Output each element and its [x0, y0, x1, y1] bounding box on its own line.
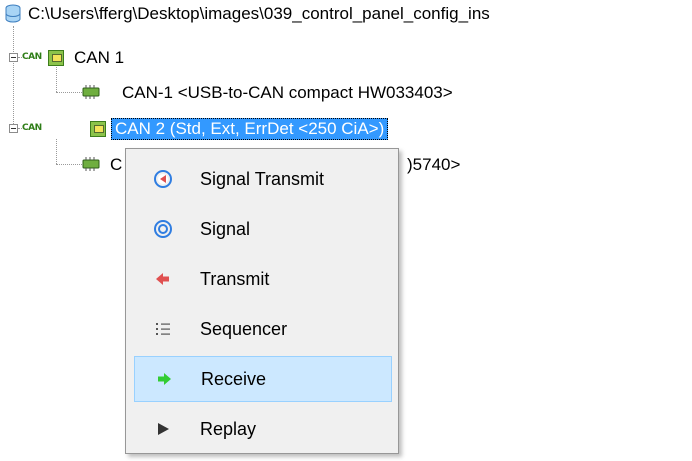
menu-item-signal-transmit[interactable]: Signal Transmit — [134, 156, 392, 202]
menu-item-label: Receive — [201, 368, 267, 389]
menu-item-signal[interactable]: Signal — [134, 206, 392, 252]
menu-item-label: Transmit — [200, 268, 270, 289]
tree-root-row[interactable]: C:\Users\fferg\Desktop\images\039_contro… — [4, 2, 490, 26]
chip-device-icon — [82, 157, 100, 171]
can-bus-icon-can2 — [90, 121, 106, 137]
tree-child-label: CAN-1 <USB-to-CAN compact HW033403> — [122, 83, 453, 102]
tree-root-path: C:\Users\fferg\Desktop\images\039_contro… — [28, 4, 490, 23]
menu-item-label: Replay — [200, 418, 257, 439]
menu-item-label: Signal — [200, 218, 251, 239]
tree-child-can2-suffix[interactable]: )5740> — [407, 153, 460, 177]
tree-guide-can1-child — [56, 67, 57, 92]
tree-child-label-prefix: C — [110, 155, 123, 174]
tree-node-label: CAN 2 (Std, Ext, ErrDet <250 CiA>) — [115, 119, 385, 138]
database-icon — [4, 4, 22, 24]
tree-node-label: CAN 1 — [74, 48, 125, 67]
receive-arrow-icon — [153, 368, 175, 390]
tree-guide-can2-child — [56, 139, 57, 164]
tree-child-can1[interactable]: CAN-1 <USB-to-CAN compact HW033403> — [122, 81, 453, 105]
tree-child-can2-prefix[interactable]: C — [110, 153, 122, 177]
tree-guide-root — [13, 26, 14, 128]
collapse-toggle-can2[interactable] — [9, 124, 18, 133]
can-bus-icon-can1 — [48, 50, 64, 66]
signal-transmit-icon — [152, 168, 174, 190]
menu-item-replay[interactable]: Replay — [134, 406, 392, 452]
context-menu: Signal Transmit Signal Transmit Sequence… — [125, 148, 399, 454]
sequencer-list-icon — [152, 318, 174, 340]
collapse-toggle-can1[interactable] — [9, 53, 18, 62]
tree-node-can1[interactable]: CAN 1 — [74, 46, 124, 70]
can-logo-can2: CAN — [22, 123, 42, 133]
transmit-arrow-icon — [152, 268, 174, 290]
tree-hguide-can2-child — [56, 164, 82, 165]
menu-item-sequencer[interactable]: Sequencer — [134, 306, 392, 352]
chip-device-icon — [82, 85, 100, 99]
tree-child-label-suffix: )5740> — [407, 155, 461, 174]
replay-play-icon — [152, 418, 174, 440]
tree-node-can2-selected[interactable]: CAN 2 (Std, Ext, ErrDet <250 CiA>) — [111, 118, 389, 140]
menu-item-label: Sequencer — [200, 318, 288, 339]
can-logo-can1: CAN — [22, 52, 42, 62]
menu-item-receive[interactable]: Receive — [134, 356, 392, 402]
tree-hguide-can1-child — [56, 92, 82, 93]
signal-icon — [152, 218, 174, 240]
menu-item-transmit[interactable]: Transmit — [134, 256, 392, 302]
menu-item-label: Signal Transmit — [200, 168, 325, 189]
